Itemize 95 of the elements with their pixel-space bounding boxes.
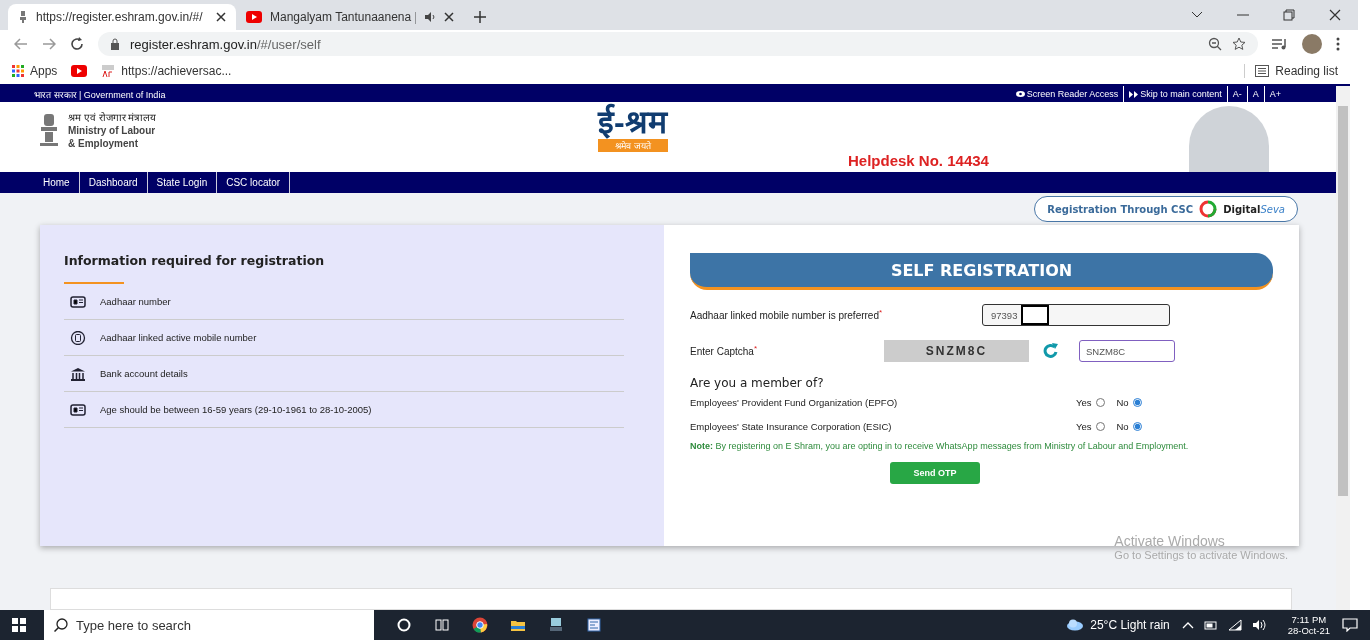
info-title: Information required for registration (64, 253, 326, 268)
newspaper-icon[interactable] (586, 617, 602, 633)
radio-button[interactable] (1095, 421, 1105, 431)
emblem-drawing (38, 112, 60, 149)
activation-hint: Go to Settings to activate Windows. (1114, 549, 1288, 561)
radio-button[interactable] (1132, 421, 1142, 431)
scrollbar[interactable] (1336, 86, 1350, 610)
captcha-field[interactable]: SNZM8C (1079, 340, 1175, 362)
scroll-thumb[interactable] (1338, 106, 1348, 496)
notifications-icon[interactable] (1342, 618, 1358, 632)
close-icon[interactable] (444, 12, 454, 22)
weather-widget[interactable]: 25°C Light rain (1066, 618, 1170, 632)
consent-note: Note: By registering on E Shram, you are opting in to receive WhatsApp messages from Ministry of Labour and Employment. (690, 440, 1190, 452)
gov-title: भारत सरकार | Government of India (34, 88, 166, 101)
browser-icon[interactable] (472, 617, 488, 633)
chevron-up-icon[interactable] (1181, 621, 1194, 629)
bookmark-link[interactable]: Apps (12, 64, 58, 78)
nav-link[interactable]: State Login (147, 172, 218, 193)
reading-list-button[interactable]: Reading list (1244, 64, 1338, 78)
helpdesk-number: Helpdesk No. 14434 (848, 152, 989, 170)
zoom-out-icon[interactable] (1208, 37, 1222, 51)
activation-title: Activate Windows (1114, 533, 1226, 549)
browser-tab[interactable]: https://register.eshram.gov.in/#/ (8, 4, 236, 30)
logo-motto: श्रमेव जयते (598, 139, 668, 153)
bank-icon (70, 366, 86, 381)
site-logo-icon (101, 64, 116, 78)
more-icon[interactable] (1336, 37, 1340, 51)
required-mark: * (753, 344, 758, 353)
captcha-image: SNZM8C (884, 340, 1029, 362)
star-icon[interactable] (1232, 37, 1246, 51)
bookmark-link[interactable] (71, 65, 88, 77)
info-item: Aadhaar linked active mobile number (100, 332, 257, 343)
address-field[interactable]: register.eshram.gov.in/#/user/self (98, 32, 1258, 56)
membership-label: Employees' State Insurance Corporation (ESIC) (690, 420, 893, 432)
volume-icon[interactable] (1251, 619, 1266, 631)
search-icon (54, 618, 68, 632)
field-label: Enter Captcha$^{*}$ (690, 344, 759, 358)
apps-grid-icon (12, 65, 24, 77)
taskbar-clock[interactable]: 7:11 PM 28-Oct-21 (1287, 614, 1330, 636)
emblem-icon (18, 10, 28, 24)
radio-button[interactable] (1095, 397, 1105, 407)
ministry-name: श्रम एवं रोजगार मंत्रालय (68, 110, 157, 124)
speaker-icon (424, 12, 436, 22)
browser-tab[interactable]: Mangalyam Tantunaanena | (236, 4, 464, 30)
task-view-icon[interactable] (434, 617, 450, 633)
radio-option[interactable]: Yes (1076, 396, 1105, 408)
csc-registration-button[interactable]: Registration Through CSC DigitalSeva (1034, 196, 1298, 222)
id-card-icon (70, 294, 86, 309)
ministry-name: & Employment (68, 136, 139, 150)
play-icon (246, 11, 262, 23)
wifi-icon[interactable] (1227, 619, 1242, 631)
list-icon (1255, 65, 1270, 77)
form-banner: SELF REGISTRATION (690, 253, 1273, 290)
radio-option[interactable]: No (1116, 420, 1142, 432)
info-item: Age should be between 16-59 years (29-10-1961 to 28-10-2005) (100, 404, 372, 415)
lock-icon (110, 38, 120, 50)
nav-link[interactable]: Home (34, 172, 80, 193)
taskbar-search-box[interactable]: Type here to search (44, 610, 374, 640)
section-heading: Are you a member of? (690, 376, 825, 390)
close-icon[interactable] (216, 12, 226, 22)
eye-icon (1015, 91, 1025, 97)
forward-icon[interactable] (42, 38, 56, 50)
bookmark-link[interactable]: https://achieversac... (101, 64, 232, 78)
radio-button[interactable] (1132, 397, 1142, 407)
digital-seva-logo-icon (1198, 200, 1219, 218)
ministry-name: Ministry of Labour (68, 123, 157, 137)
nav-link[interactable]: Dashboard (79, 172, 148, 193)
info-item: Aadhaar number (100, 296, 171, 307)
cloud-icon (1066, 619, 1085, 631)
restore-icon[interactable] (1283, 9, 1295, 21)
windows-start-icon[interactable] (12, 618, 26, 632)
close-icon[interactable] (1329, 9, 1341, 21)
computer-icon[interactable] (548, 617, 564, 633)
required-mark: * (879, 308, 883, 317)
field-label: Aadhaar linked mobile number is preferred$^{*}$ (690, 308, 884, 322)
gov-link[interactable]: Screen Reader Access (1010, 86, 1124, 102)
fast-forward-icon (1129, 90, 1139, 98)
radio-option[interactable]: No (1116, 396, 1142, 408)
battery-icon[interactable] (1203, 620, 1218, 630)
plus-icon[interactable] (474, 11, 486, 23)
media-queue-icon[interactable] (1272, 38, 1288, 50)
back-icon[interactable] (14, 38, 28, 50)
phone-icon (70, 330, 86, 345)
nav-link[interactable]: CSC locator (217, 172, 291, 193)
mobile-number-field[interactable]: 97393 (983, 305, 1021, 325)
logo-title: ई-श्रम (598, 105, 669, 140)
refresh-icon[interactable] (1043, 343, 1059, 359)
membership-label: Employees' Provident Fund Organization (EPFO) (690, 396, 899, 408)
profile-avatar[interactable] (1302, 34, 1322, 54)
id-card-icon (70, 402, 86, 417)
cortana-circle-icon[interactable] (396, 617, 412, 633)
info-item: Bank account details (100, 368, 188, 379)
radio-option[interactable]: Yes (1076, 420, 1105, 432)
reload-icon[interactable] (70, 37, 84, 51)
play-icon (71, 65, 88, 77)
